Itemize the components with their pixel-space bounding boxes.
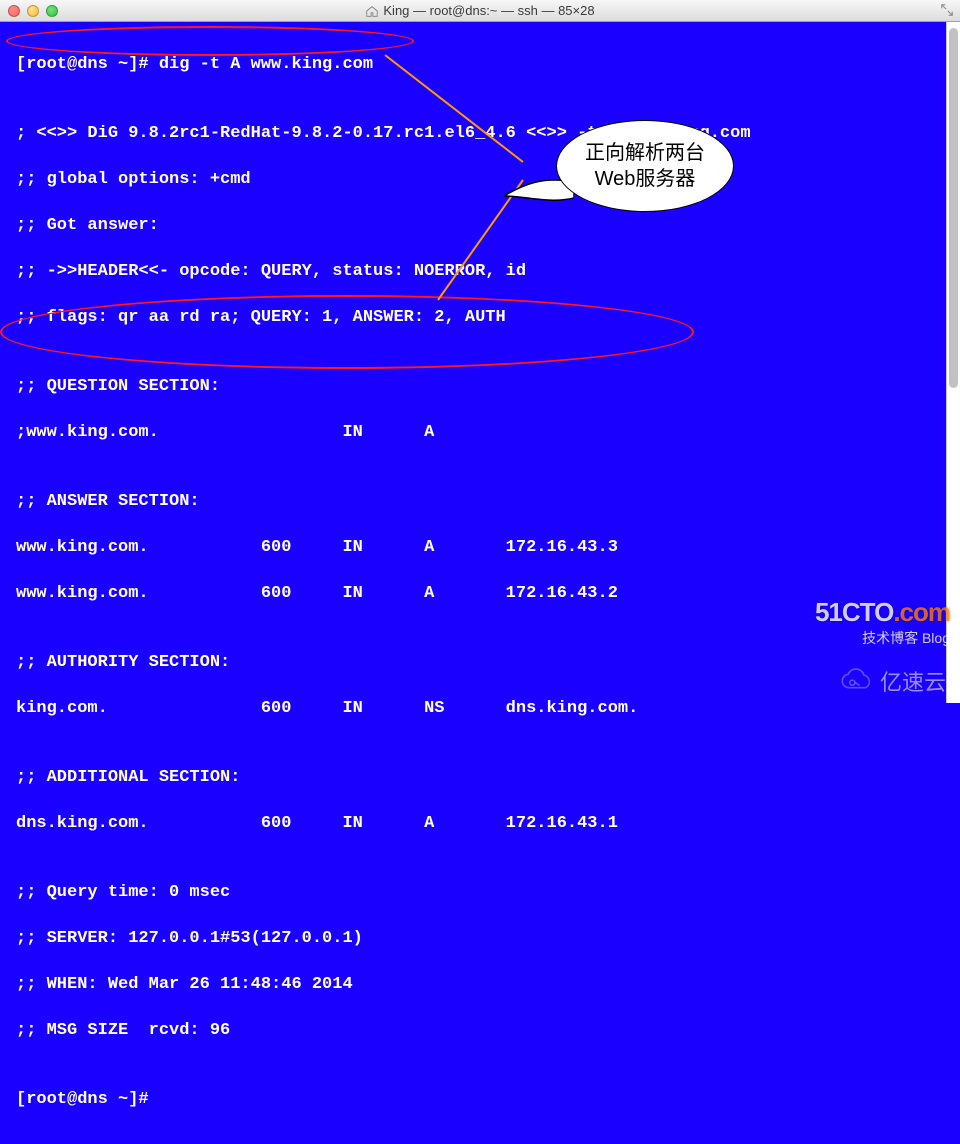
window-title-text: King — root@dns:~ — ssh — 85×28 xyxy=(383,3,594,18)
minimize-icon[interactable] xyxy=(27,5,39,17)
output-line: www.king.com. 600 IN A 172.16.43.2 xyxy=(16,582,950,605)
output-line: ;; AUTHORITY SECTION: xyxy=(16,651,950,674)
shell-prompt: [root@dns ~]# xyxy=(16,1088,950,1111)
watermark-yisu-text: 亿速云 xyxy=(880,665,946,697)
output-line: ;; MSG SIZE rcvd: 96 xyxy=(16,1019,950,1042)
output-line: ;; ADDITIONAL SECTION: xyxy=(16,766,950,789)
window-controls xyxy=(8,5,58,17)
watermark-51cto: 51CTO.com 技术博客 Blog xyxy=(815,597,950,648)
output-line: ;; Got answer: xyxy=(16,214,950,237)
home-icon xyxy=(365,4,379,18)
output-line: ;www.king.com. IN A xyxy=(16,421,950,444)
output-line: dns.king.com. 600 IN A 172.16.43.1 xyxy=(16,812,950,835)
scrollbar-thumb[interactable] xyxy=(949,28,958,388)
watermark-51cto-suffix: .com xyxy=(893,597,950,627)
window-titlebar: King — root@dns:~ — ssh — 85×28 xyxy=(0,0,960,22)
command-text: dig -t A www.king.com xyxy=(159,55,373,74)
shell-prompt: [root@dns ~]# xyxy=(16,55,159,74)
watermark-yisu: 亿速云 xyxy=(834,665,946,697)
output-line: ;; Query time: 0 msec xyxy=(16,881,950,904)
terminal-output[interactable]: [root@dns ~]# dig -t A www.king.com ; <<… xyxy=(0,22,960,1144)
output-line: king.com. 600 IN NS dns.king.com. xyxy=(16,697,950,720)
cloud-icon xyxy=(834,667,874,695)
output-line: ;; flags: qr aa rd ra; QUERY: 1, ANSWER:… xyxy=(16,306,950,329)
output-line: ;; SERVER: 127.0.0.1#53(127.0.0.1) xyxy=(16,927,950,950)
watermark-51cto-prefix: 51CTO xyxy=(815,597,893,627)
output-line: ; <<>> DiG 9.8.2rc1-RedHat-9.8.2-0.17.rc… xyxy=(16,122,950,145)
close-icon[interactable] xyxy=(8,5,20,17)
output-line: ;; WHEN: Wed Mar 26 11:48:46 2014 xyxy=(16,973,950,996)
output-line: ;; QUESTION SECTION: xyxy=(16,375,950,398)
output-line: www.king.com. 600 IN A 172.16.43.3 xyxy=(16,536,950,559)
window-title: King — root@dns:~ — ssh — 85×28 xyxy=(0,3,960,18)
output-line: ;; global options: +cmd xyxy=(16,168,950,191)
zoom-icon[interactable] xyxy=(46,5,58,17)
watermark-51cto-sub: 技术博客 Blog xyxy=(815,628,950,648)
output-line: ;; ->>HEADER<<- opcode: QUERY, status: N… xyxy=(16,260,950,283)
fullscreen-icon[interactable] xyxy=(940,3,954,17)
output-line: ;; ANSWER SECTION: xyxy=(16,490,950,513)
